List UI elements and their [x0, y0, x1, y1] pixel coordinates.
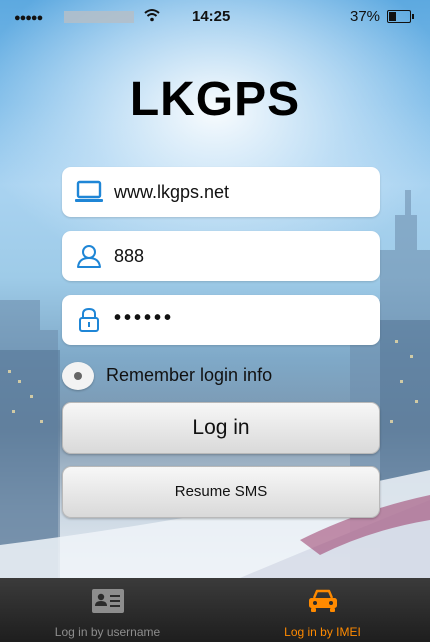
username-value: 888	[114, 246, 145, 266]
tab-login-by-imei[interactable]: Log in by IMEI	[215, 578, 430, 642]
tab-label-username: Log in by username	[54, 625, 161, 639]
username-field[interactable]: 888	[62, 231, 380, 281]
app-title: LKGPS	[129, 73, 301, 126]
battery-percentage: 37%	[350, 8, 381, 25]
wifi-icon	[144, 9, 160, 22]
tab-login-by-username[interactable]: Log in by username	[0, 578, 215, 642]
password-value: ••••••	[114, 307, 175, 329]
id-card-icon	[92, 589, 124, 613]
laptop-icon	[75, 180, 103, 202]
tab-label-imei: Log in by IMEI	[284, 625, 361, 639]
server-value: www.lkgps.net	[114, 182, 230, 202]
battery-icon	[387, 10, 414, 23]
lock-icon	[79, 307, 99, 332]
login-button[interactable]: Log in	[62, 402, 380, 454]
signal-strength-icon: ●●●●●	[14, 12, 43, 24]
server-field[interactable]: www.lkgps.net	[62, 167, 380, 217]
carrier-name-redacted	[64, 11, 134, 23]
user-icon	[77, 245, 101, 268]
password-field[interactable]: ••••••	[62, 295, 380, 345]
car-icon	[309, 589, 337, 612]
status-bar: ●●●●● 14:25 37%	[0, 0, 430, 36]
remember-label: Remember login info	[106, 365, 273, 385]
tab-bar: Log in by username Log in by IMEI	[0, 578, 430, 642]
resume-sms-button[interactable]: Resume SMS	[62, 466, 380, 518]
remember-radio[interactable]	[62, 362, 94, 390]
status-time: 14:25	[192, 8, 231, 25]
